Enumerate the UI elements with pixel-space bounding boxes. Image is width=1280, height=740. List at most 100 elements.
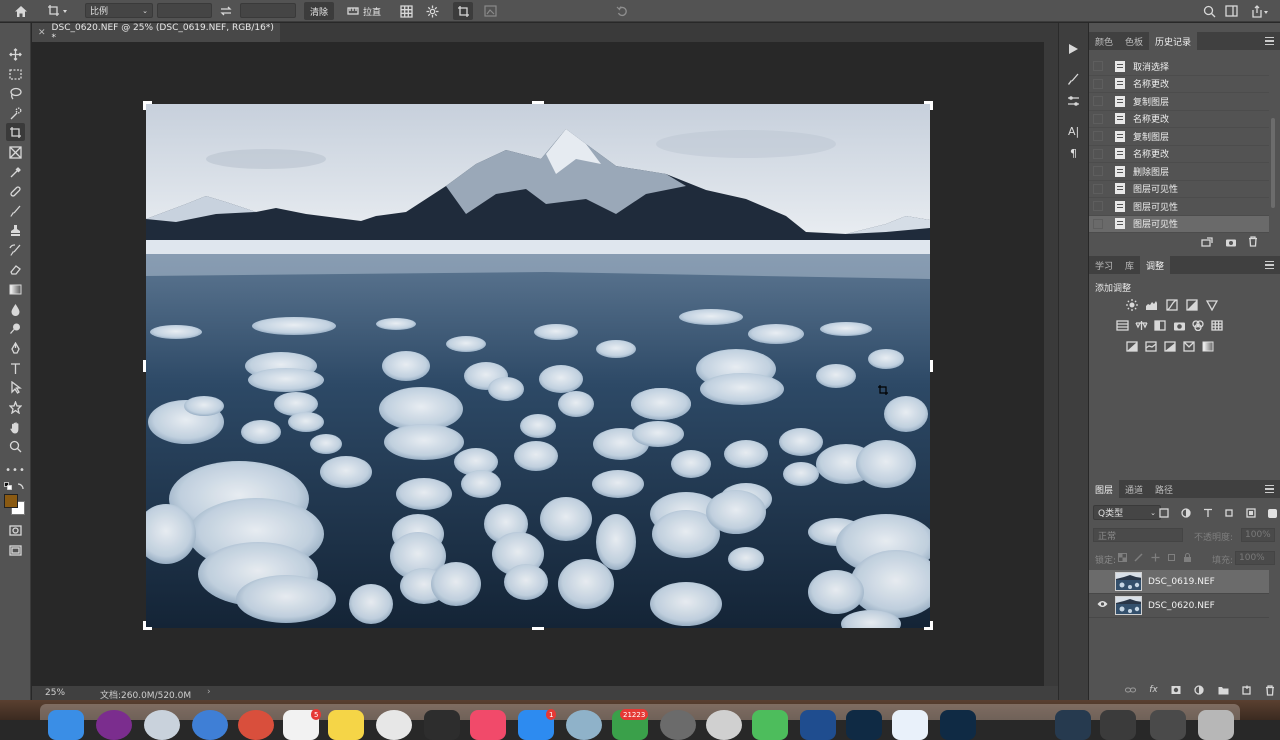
eyedropper-tool-icon[interactable] (6, 163, 25, 181)
selective-color-icon[interactable] (1183, 341, 1195, 355)
workspace-icon[interactable] (1222, 2, 1240, 20)
history-brush-source-checkbox[interactable] (1093, 148, 1103, 159)
trash-icon[interactable] (1198, 710, 1234, 740)
dock-app-icon[interactable] (1100, 710, 1136, 740)
tab-color[interactable]: 颜色 (1089, 32, 1119, 50)
foreground-color-swatch[interactable] (4, 494, 18, 508)
levels-icon[interactable] (1145, 299, 1158, 314)
new-document-from-state-icon[interactable] (1201, 237, 1213, 250)
vibrance-icon[interactable] (1205, 299, 1219, 314)
frame-tool-icon[interactable] (6, 143, 25, 161)
link-layers-icon[interactable] (1125, 686, 1136, 694)
move-tool-icon[interactable] (6, 45, 25, 63)
fill-field[interactable]: 100% (1235, 551, 1275, 565)
blend-mode-select[interactable]: 正常 (1093, 528, 1183, 542)
lock-artboard-icon[interactable] (1167, 553, 1176, 562)
tab-libraries[interactable]: 库 (1119, 256, 1140, 274)
history-item[interactable]: 取消选择 (1089, 58, 1269, 76)
posterize-icon[interactable] (1145, 341, 1157, 355)
threshold-icon[interactable] (1164, 341, 1176, 355)
camera-snapshot-icon[interactable] (1225, 237, 1237, 250)
eye-icon[interactable] (1095, 600, 1109, 611)
lock-image-pixels-icon[interactable] (1134, 553, 1143, 562)
crop-handle-left[interactable] (143, 360, 146, 372)
overlay-grid-icon[interactable] (397, 2, 415, 20)
dock-app-icon[interactable] (566, 710, 602, 740)
lasso-tool-icon[interactable] (6, 84, 25, 102)
ratio-select[interactable]: 比例 ⌄ (85, 3, 153, 18)
document-image[interactable] (146, 104, 930, 628)
smart-object-filter-icon[interactable] (1246, 508, 1256, 518)
new-layer-icon[interactable] (1242, 685, 1252, 695)
gradient-map-icon[interactable] (1202, 341, 1214, 355)
default-colors-icon[interactable] (4, 482, 13, 490)
reset-icon[interactable] (613, 2, 631, 20)
exposure-icon[interactable] (1186, 299, 1198, 314)
close-tab-icon[interactable]: ✕ (38, 28, 46, 38)
lock-all-icon[interactable] (1183, 553, 1192, 562)
finder-app-icon[interactable] (48, 710, 84, 740)
history-item[interactable]: 名称更改 (1089, 111, 1269, 128)
straighten-button[interactable]: 拉直 (343, 2, 385, 20)
brightness-contrast-icon[interactable] (1126, 299, 1138, 314)
history-item[interactable]: 图层可见性 (1089, 198, 1269, 216)
history-item[interactable]: 图层可见性 (1089, 181, 1269, 198)
new-group-icon[interactable] (1218, 686, 1229, 695)
clear-button[interactable]: 清除 (304, 2, 334, 20)
history-item[interactable]: 名称更改 (1089, 76, 1269, 93)
notes-app-icon[interactable] (328, 710, 364, 740)
curves-icon[interactable] (1166, 299, 1178, 314)
color-balance-icon[interactable] (1135, 320, 1148, 334)
more-tools-icon[interactable]: ••• (5, 461, 25, 479)
play-action-icon[interactable] (1067, 43, 1079, 58)
zoom-tool-icon[interactable] (6, 437, 25, 455)
crop-handle-top-left[interactable] (143, 101, 152, 110)
dock-app-icon[interactable] (752, 710, 788, 740)
tab-history[interactable]: 历史记录 (1149, 32, 1198, 50)
new-adjustment-layer-icon[interactable] (1194, 685, 1204, 695)
adjustment-layer-filter-icon[interactable] (1181, 508, 1191, 518)
dock-app-icon[interactable] (940, 710, 976, 740)
photos-app-icon[interactable] (376, 710, 412, 740)
path-selection-tool-icon[interactable] (6, 378, 25, 396)
history-brush-source-checkbox[interactable] (1093, 61, 1103, 72)
history-brush-source-checkbox[interactable] (1093, 131, 1103, 142)
tab-paths[interactable]: 路径 (1149, 480, 1179, 498)
history-brush-source-checkbox[interactable] (1093, 218, 1103, 229)
type-tool-icon[interactable] (6, 359, 25, 377)
tab-adjustments[interactable]: 调整 (1140, 256, 1171, 274)
properties-icon[interactable] (1067, 95, 1080, 110)
history-brush-source-checkbox[interactable] (1093, 78, 1103, 89)
layer-name[interactable]: DSC_0619.NEF (1148, 577, 1215, 587)
history-item[interactable]: 复制图层 (1089, 128, 1269, 146)
music-app-icon[interactable] (470, 710, 506, 740)
photo-filter-icon[interactable] (1173, 320, 1186, 334)
tab-learn[interactable]: 学习 (1089, 256, 1119, 274)
history-brush-source-checkbox[interactable] (1093, 201, 1103, 212)
tab-channels[interactable]: 通道 (1119, 480, 1149, 498)
clone-stamp-tool-icon[interactable] (6, 221, 25, 239)
history-brush-source-checkbox[interactable] (1093, 166, 1103, 177)
home-icon[interactable] (10, 2, 32, 20)
add-mask-icon[interactable] (1171, 685, 1181, 695)
history-item[interactable]: 名称更改 (1089, 146, 1269, 163)
dock-app-icon[interactable] (892, 710, 928, 740)
gradient-tool-icon[interactable] (6, 280, 25, 298)
dock-app-icon[interactable] (706, 710, 742, 740)
height-field[interactable] (240, 3, 296, 18)
history-item[interactable]: 复制图层 (1089, 93, 1269, 111)
dock-app-icon[interactable] (660, 710, 696, 740)
crop-tool-preset-icon[interactable] (44, 2, 72, 20)
layer-style-icon[interactable]: fx (1149, 685, 1158, 695)
hand-tool-icon[interactable] (6, 418, 25, 436)
panel-menu-icon[interactable] (1265, 485, 1274, 493)
history-brush-source-checkbox[interactable] (1093, 183, 1103, 194)
channel-mixer-icon[interactable] (1192, 320, 1204, 334)
crop-handle-bottom[interactable] (532, 627, 544, 630)
lock-transparent-icon[interactable] (1118, 553, 1127, 562)
trash-icon[interactable] (1248, 236, 1258, 250)
custom-shape-tool-icon[interactable] (6, 398, 25, 416)
crop-tool-icon[interactable] (6, 123, 25, 141)
swap-colors-icon[interactable] (17, 481, 26, 490)
healing-brush-tool-icon[interactable] (6, 182, 25, 200)
